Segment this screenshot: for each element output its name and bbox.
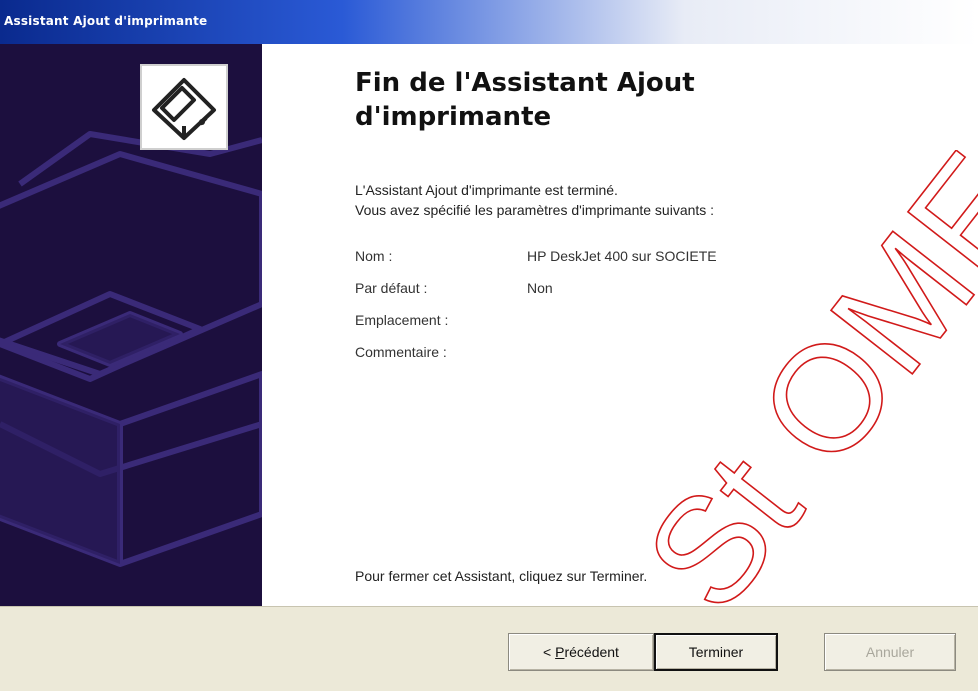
cancel-button[interactable]: Annuler bbox=[824, 633, 956, 671]
finish-button[interactable]: Terminer bbox=[654, 633, 778, 671]
back-button-accelerator: P bbox=[555, 644, 565, 660]
cancel-button-label: Annuler bbox=[865, 644, 915, 660]
setting-label: Par défaut : bbox=[355, 280, 428, 296]
page-title: Fin de l'Assistant Ajout d'imprimante bbox=[355, 68, 695, 132]
setting-label: Nom : bbox=[355, 248, 393, 264]
wizard-side-panel bbox=[0, 44, 262, 606]
back-button[interactable]: < Précédent bbox=[508, 633, 654, 671]
button-bar: < Précédent Terminer Annuler bbox=[0, 606, 978, 691]
back-button-label: récédent bbox=[564, 644, 619, 660]
back-button-prefix: < bbox=[543, 644, 556, 660]
setting-label: Emplacement : bbox=[355, 312, 449, 328]
finish-button-label: Terminer bbox=[688, 644, 744, 660]
window-title: Assistant Ajout d'imprimante bbox=[4, 14, 208, 28]
title-bar: Assistant Ajout d'imprimante bbox=[0, 0, 978, 44]
watermark-text: St OME bbox=[613, 150, 978, 640]
printer-icon bbox=[140, 64, 228, 150]
setting-value: Non bbox=[527, 280, 553, 296]
setting-label: Commentaire : bbox=[355, 344, 447, 360]
